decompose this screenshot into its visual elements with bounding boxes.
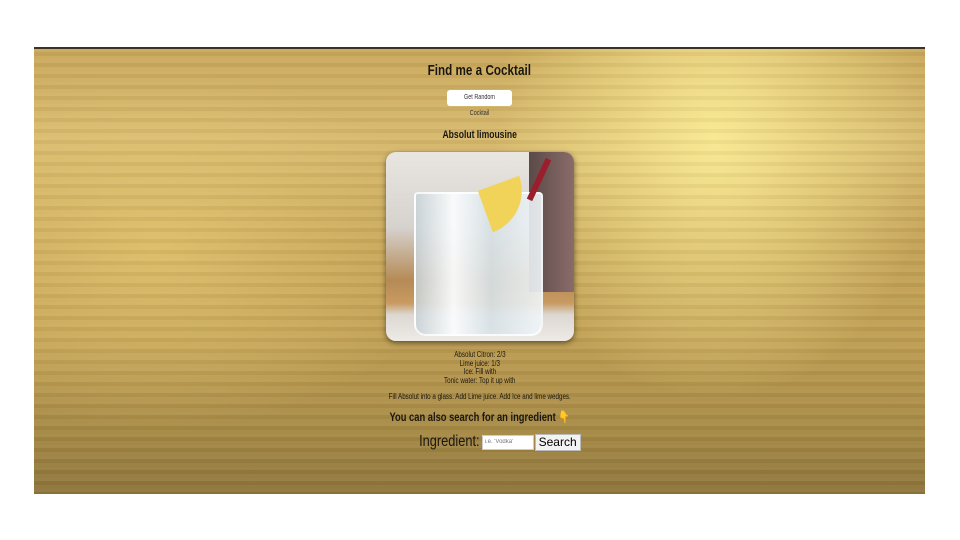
ingredient-list: Absolut Citron: 2/3 Lime juice: 1/3 Ice:… — [34, 350, 925, 386]
glass-shape — [414, 192, 543, 336]
page-background: Find me a Cocktail Get Random Cocktail A… — [34, 47, 925, 494]
ingredient-text: Tonic water: Top it up with — [443, 375, 516, 385]
search-form: Ingredient: Search — [404, 432, 581, 452]
cocktail-image — [386, 152, 574, 341]
search-button[interactable]: Search — [534, 433, 581, 451]
random-cocktail-button[interactable]: Get Random Cocktail — [447, 90, 512, 117]
search-prompt-line: You can also search for an ingredient 👇 — [389, 410, 570, 424]
pointing-down-hand-icon: 👇 — [558, 410, 570, 424]
ingredient-input[interactable] — [481, 434, 534, 450]
instructions-text: Fill Absolut into a glass. Add Lime juic… — [388, 392, 571, 401]
random-cocktail-label: Get Random Cocktail — [464, 94, 495, 117]
page-title-text: Find me a Cocktail — [427, 62, 532, 79]
instructions: Fill Absolut into a glass. Add Lime juic… — [34, 392, 925, 401]
ingredient-label: Ingredient: — [419, 433, 480, 450]
search-prompt: You can also search for an ingredient 👇 — [34, 410, 925, 424]
ingredient-item: Tonic water: Top it up with — [34, 375, 925, 386]
page-title: Find me a Cocktail — [34, 62, 925, 79]
cocktail-name-text: Absolut limousine — [442, 129, 517, 141]
cocktail-name: Absolut limousine — [34, 129, 925, 141]
search-prompt-text: You can also search for an ingredient — [389, 410, 556, 424]
